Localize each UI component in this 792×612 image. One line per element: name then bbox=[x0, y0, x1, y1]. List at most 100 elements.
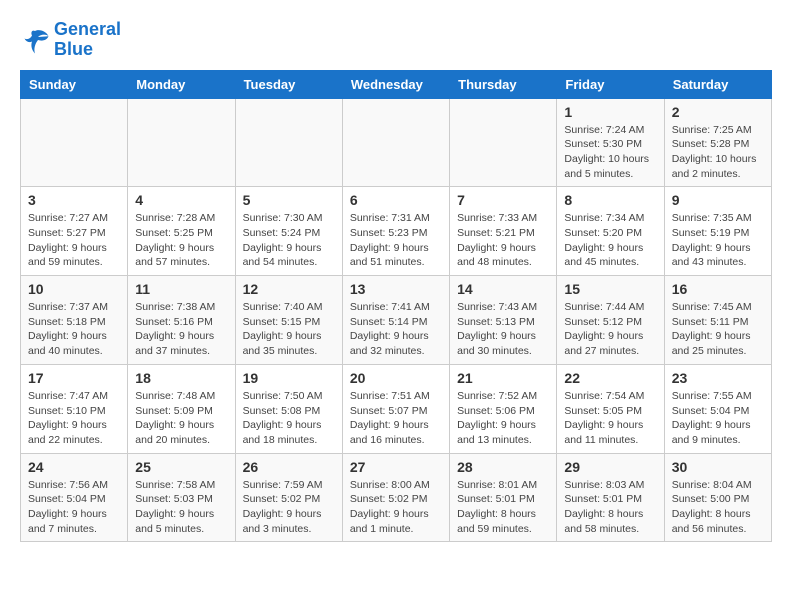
weekday-header-thursday: Thursday bbox=[450, 70, 557, 98]
calendar-cell: 4 Sunrise: 7:28 AM Sunset: 5:25 PM Daylig… bbox=[128, 187, 235, 276]
day-info: Sunrise: 8:03 AM Sunset: 5:01 PM Dayligh… bbox=[564, 478, 656, 537]
calendar-cell bbox=[21, 98, 128, 187]
day-info: Sunrise: 7:24 AM Sunset: 5:30 PM Dayligh… bbox=[564, 123, 656, 182]
logo: General Blue bbox=[20, 20, 121, 60]
day-number: 21 bbox=[457, 370, 549, 386]
day-info: Sunrise: 7:37 AM Sunset: 5:18 PM Dayligh… bbox=[28, 300, 120, 359]
day-info: Sunrise: 7:27 AM Sunset: 5:27 PM Dayligh… bbox=[28, 211, 120, 270]
day-number: 18 bbox=[135, 370, 227, 386]
day-info: Sunrise: 7:52 AM Sunset: 5:06 PM Dayligh… bbox=[457, 389, 549, 448]
calendar-cell: 15Sunrise: 7:44 AM Sunset: 5:12 PM Dayli… bbox=[557, 276, 664, 365]
calendar-cell: 28 Sunrise: 8:01 AM Sunset: 5:01 PM Dayli… bbox=[450, 453, 557, 542]
logo-icon bbox=[20, 25, 50, 55]
calendar-cell bbox=[235, 98, 342, 187]
day-info: Sunrise: 7:56 AM Sunset: 5:04 PM Dayligh… bbox=[28, 478, 120, 537]
day-number: 6 bbox=[350, 192, 442, 208]
weekday-header-monday: Monday bbox=[128, 70, 235, 98]
calendar-cell: 5 Sunrise: 7:30 AM Sunset: 5:24 PM Daylig… bbox=[235, 187, 342, 276]
calendar-cell: 16Sunrise: 7:45 AM Sunset: 5:11 PM Dayli… bbox=[664, 276, 771, 365]
day-info: Sunrise: 7:51 AM Sunset: 5:07 PM Dayligh… bbox=[350, 389, 442, 448]
calendar-cell: 13Sunrise: 7:41 AM Sunset: 5:14 PM Dayli… bbox=[342, 276, 449, 365]
day-number: 19 bbox=[243, 370, 335, 386]
weekday-header-tuesday: Tuesday bbox=[235, 70, 342, 98]
day-info: Sunrise: 7:41 AM Sunset: 5:14 PM Dayligh… bbox=[350, 300, 442, 359]
day-info: Sunrise: 8:00 AM Sunset: 5:02 PM Dayligh… bbox=[350, 478, 442, 537]
day-number: 26 bbox=[243, 459, 335, 475]
day-info: Sunrise: 7:25 AM Sunset: 5:28 PM Dayligh… bbox=[672, 123, 764, 182]
calendar-cell: 22Sunrise: 7:54 AM Sunset: 5:05 PM Dayli… bbox=[557, 364, 664, 453]
day-number: 9 bbox=[672, 192, 764, 208]
calendar-table: SundayMondayTuesdayWednesdayThursdayFrid… bbox=[20, 70, 772, 543]
day-info: Sunrise: 7:45 AM Sunset: 5:11 PM Dayligh… bbox=[672, 300, 764, 359]
weekday-header-friday: Friday bbox=[557, 70, 664, 98]
calendar-week-3: 17 Sunrise: 7:47 AM Sunset: 5:10 PM Dayli… bbox=[21, 364, 772, 453]
day-info: Sunrise: 7:55 AM Sunset: 5:04 PM Dayligh… bbox=[672, 389, 764, 448]
day-number: 23 bbox=[672, 370, 764, 386]
calendar-cell: 9 Sunrise: 7:35 AM Sunset: 5:19 PM Daylig… bbox=[664, 187, 771, 276]
calendar-cell: 30 Sunrise: 8:04 AM Sunset: 5:00 PM Dayli… bbox=[664, 453, 771, 542]
day-number: 1 bbox=[564, 104, 656, 120]
day-number: 29 bbox=[564, 459, 656, 475]
day-number: 8 bbox=[564, 192, 656, 208]
day-info: Sunrise: 7:28 AM Sunset: 5:25 PM Dayligh… bbox=[135, 211, 227, 270]
calendar-cell: 25 Sunrise: 7:58 AM Sunset: 5:03 PM Dayli… bbox=[128, 453, 235, 542]
calendar-cell: 3 Sunrise: 7:27 AM Sunset: 5:27 PM Daylig… bbox=[21, 187, 128, 276]
day-number: 28 bbox=[457, 459, 549, 475]
calendar-cell: 14 Sunrise: 7:43 AM Sunset: 5:13 PM Dayli… bbox=[450, 276, 557, 365]
calendar-cell: 18Sunrise: 7:48 AM Sunset: 5:09 PM Dayli… bbox=[128, 364, 235, 453]
day-number: 27 bbox=[350, 459, 442, 475]
day-info: Sunrise: 8:04 AM Sunset: 5:00 PM Dayligh… bbox=[672, 478, 764, 537]
calendar-header: SundayMondayTuesdayWednesdayThursdayFrid… bbox=[21, 70, 772, 98]
day-number: 12 bbox=[243, 281, 335, 297]
calendar-cell bbox=[342, 98, 449, 187]
calendar-cell: 1 Sunrise: 7:24 AM Sunset: 5:30 PM Daylig… bbox=[557, 98, 664, 187]
calendar-cell: 12Sunrise: 7:40 AM Sunset: 5:15 PM Dayli… bbox=[235, 276, 342, 365]
day-number: 17 bbox=[28, 370, 120, 386]
calendar-cell: 17 Sunrise: 7:47 AM Sunset: 5:10 PM Dayli… bbox=[21, 364, 128, 453]
day-info: Sunrise: 7:30 AM Sunset: 5:24 PM Dayligh… bbox=[243, 211, 335, 270]
day-number: 7 bbox=[457, 192, 549, 208]
day-info: Sunrise: 7:58 AM Sunset: 5:03 PM Dayligh… bbox=[135, 478, 227, 537]
weekday-header-saturday: Saturday bbox=[664, 70, 771, 98]
day-info: Sunrise: 7:54 AM Sunset: 5:05 PM Dayligh… bbox=[564, 389, 656, 448]
day-info: Sunrise: 7:38 AM Sunset: 5:16 PM Dayligh… bbox=[135, 300, 227, 359]
calendar-cell: 21 Sunrise: 7:52 AM Sunset: 5:06 PM Dayli… bbox=[450, 364, 557, 453]
day-info: Sunrise: 7:31 AM Sunset: 5:23 PM Dayligh… bbox=[350, 211, 442, 270]
day-number: 20 bbox=[350, 370, 442, 386]
day-number: 2 bbox=[672, 104, 764, 120]
page-header: General Blue bbox=[20, 20, 772, 60]
day-number: 30 bbox=[672, 459, 764, 475]
calendar-cell: 7 Sunrise: 7:33 AM Sunset: 5:21 PM Daylig… bbox=[450, 187, 557, 276]
calendar-cell: 10 Sunrise: 7:37 AM Sunset: 5:18 PM Dayli… bbox=[21, 276, 128, 365]
day-number: 4 bbox=[135, 192, 227, 208]
calendar-cell bbox=[450, 98, 557, 187]
weekday-header-wednesday: Wednesday bbox=[342, 70, 449, 98]
weekday-header-sunday: Sunday bbox=[21, 70, 128, 98]
day-number: 3 bbox=[28, 192, 120, 208]
day-info: Sunrise: 7:43 AM Sunset: 5:13 PM Dayligh… bbox=[457, 300, 549, 359]
day-number: 14 bbox=[457, 281, 549, 297]
day-info: Sunrise: 7:35 AM Sunset: 5:19 PM Dayligh… bbox=[672, 211, 764, 270]
calendar-cell: 2 Sunrise: 7:25 AM Sunset: 5:28 PM Daylig… bbox=[664, 98, 771, 187]
day-number: 24 bbox=[28, 459, 120, 475]
calendar-week-0: 1 Sunrise: 7:24 AM Sunset: 5:30 PM Daylig… bbox=[21, 98, 772, 187]
day-number: 5 bbox=[243, 192, 335, 208]
day-info: Sunrise: 8:01 AM Sunset: 5:01 PM Dayligh… bbox=[457, 478, 549, 537]
calendar-cell: 26 Sunrise: 7:59 AM Sunset: 5:02 PM Dayli… bbox=[235, 453, 342, 542]
calendar-cell: 27 Sunrise: 8:00 AM Sunset: 5:02 PM Dayli… bbox=[342, 453, 449, 542]
day-number: 15 bbox=[564, 281, 656, 297]
weekday-row: SundayMondayTuesdayWednesdayThursdayFrid… bbox=[21, 70, 772, 98]
calendar-body: 1 Sunrise: 7:24 AM Sunset: 5:30 PM Daylig… bbox=[21, 98, 772, 542]
day-info: Sunrise: 7:33 AM Sunset: 5:21 PM Dayligh… bbox=[457, 211, 549, 270]
calendar-week-2: 10 Sunrise: 7:37 AM Sunset: 5:18 PM Dayli… bbox=[21, 276, 772, 365]
day-info: Sunrise: 7:47 AM Sunset: 5:10 PM Dayligh… bbox=[28, 389, 120, 448]
calendar-cell: 8Sunrise: 7:34 AM Sunset: 5:20 PM Daylig… bbox=[557, 187, 664, 276]
calendar-cell: 19Sunrise: 7:50 AM Sunset: 5:08 PM Dayli… bbox=[235, 364, 342, 453]
day-number: 10 bbox=[28, 281, 120, 297]
day-number: 25 bbox=[135, 459, 227, 475]
day-info: Sunrise: 7:59 AM Sunset: 5:02 PM Dayligh… bbox=[243, 478, 335, 537]
calendar-cell bbox=[128, 98, 235, 187]
calendar-cell: 23 Sunrise: 7:55 AM Sunset: 5:04 PM Dayli… bbox=[664, 364, 771, 453]
calendar-cell: 11Sunrise: 7:38 AM Sunset: 5:16 PM Dayli… bbox=[128, 276, 235, 365]
calendar-week-4: 24 Sunrise: 7:56 AM Sunset: 5:04 PM Dayli… bbox=[21, 453, 772, 542]
